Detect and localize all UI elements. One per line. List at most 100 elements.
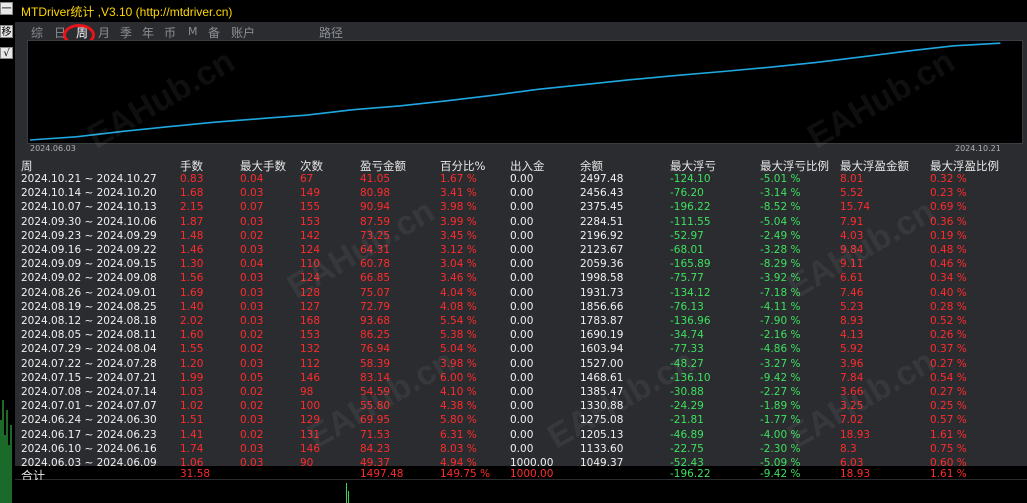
tab-overview[interactable]: 综: [31, 24, 43, 41]
cell-max-float-profit: 8.01: [840, 173, 864, 185]
total-max-float-profit-pct: 1.61 %: [930, 468, 967, 480]
cell-max-float-loss-pct: -9.42 %: [760, 371, 801, 384]
cell-max-float-profit-pct: 0.48 %: [930, 244, 967, 256]
cell-max-lots: 0.03: [240, 215, 264, 228]
balance-chart-svg: [29, 42, 1001, 141]
balance-point: [537, 88, 539, 90]
table-row: 2024.07.22 ~ 2024.07.28 1.20 0.03 112 58.39 3…: [21, 357, 1021, 371]
cell-max-float-loss: -196.22: [670, 201, 711, 214]
cell-max-float-loss: -134.12: [670, 286, 711, 299]
cell-pct: 5.80 %: [440, 414, 477, 427]
cell-lots: 1.56: [180, 272, 204, 285]
cell-max-float-loss-pct: -5.01 %: [760, 173, 801, 185]
cell-deposit: 0.00: [510, 414, 534, 427]
tab-month[interactable]: 月: [98, 24, 110, 41]
tab-quarter[interactable]: 季: [120, 24, 132, 41]
cell-max-float-profit: 7.91: [840, 215, 864, 228]
balance-point: [999, 42, 1001, 44]
cell-max-float-loss-pct: -2.49 %: [760, 229, 801, 242]
cell-pnl: 41.05: [360, 173, 391, 185]
cell-max-float-loss: -52.97: [670, 229, 704, 242]
table-row: 2024.07.29 ~ 2024.08.04 1.55 0.02 132 76.94 5…: [21, 342, 1021, 356]
cell-deposit: 0.00: [510, 272, 534, 285]
cell-week: 2024.08.12 ~ 2024.08.18: [21, 315, 157, 327]
check-button[interactable]: √: [0, 47, 13, 59]
table-row: 2024.10.07 ~ 2024.10.13 2.15 0.07 155 90.94 3…: [21, 200, 1021, 214]
cell-pnl: 83.14: [360, 371, 391, 384]
cell-pct: 5.38 %: [440, 329, 477, 342]
total-lots: 31.58: [180, 468, 211, 480]
table-header: 周 手数 最大手数 次数 盈亏金额 百分比% 出入金 余额 最大浮亏 最大浮亏比…: [21, 158, 1021, 173]
total-max-float-profit: 18.93: [840, 468, 871, 480]
cell-max-float-loss-pct: -3.28 %: [760, 244, 801, 256]
balance-chart: [27, 40, 1023, 144]
cell-week: 2024.07.15 ~ 2024.07.21: [21, 371, 157, 384]
tab-path[interactable]: 路径: [319, 24, 343, 41]
cell-pct: 4.08 %: [440, 300, 477, 313]
cell-lots: 1.03: [180, 386, 204, 398]
cell-balance: 2196.92: [580, 229, 624, 242]
cell-trades: 146: [300, 371, 321, 384]
cell-max-lots: 0.03: [240, 187, 264, 200]
cell-pnl: 55.80: [360, 400, 391, 413]
cell-pnl: 93.68: [360, 315, 391, 327]
cell-week: 2024.06.10 ~ 2024.06.16: [21, 442, 157, 455]
cell-lots: 1.51: [180, 414, 204, 427]
cell-pnl: 54.59: [360, 386, 391, 398]
cell-max-float-loss-pct: -7.90 %: [760, 315, 801, 327]
cell-pnl: 73.25: [360, 229, 391, 242]
tab-backup[interactable]: 备: [208, 24, 220, 41]
balance-point: [629, 79, 632, 81]
tab-currency[interactable]: 币: [164, 24, 176, 41]
cell-lots: 1.74: [180, 442, 204, 455]
cell-max-float-loss-pct: -3.14 %: [760, 187, 801, 200]
cell-pct: 3.99 %: [440, 215, 477, 228]
table-row: 2024.10.21 ~ 2024.10.27 0.83 0.04 67 41.05 1.…: [21, 172, 1021, 186]
cell-max-float-profit: 9.11: [840, 258, 864, 271]
table-row: 2024.09.30 ~ 2024.10.06 1.87 0.03 153 87.59 3…: [21, 215, 1021, 229]
cell-max-float-loss-pct: -3.92 %: [760, 272, 801, 285]
balance-point: [583, 84, 585, 86]
cell-max-float-profit: 6.61: [840, 272, 864, 285]
cell-trades: 155: [300, 201, 321, 214]
cell-max-lots: 0.03: [240, 300, 264, 313]
cell-week: 2024.10.21 ~ 2024.10.27: [21, 173, 157, 185]
cell-lots: 1.02: [180, 400, 204, 413]
cell-max-float-loss: -124.10: [670, 173, 711, 185]
table-row: 2024.08.12 ~ 2024.08.18 2.02 0.03 168 93.68 5…: [21, 314, 1021, 328]
cell-pct: 3.41 %: [440, 187, 477, 200]
cell-max-lots: 0.02: [240, 343, 264, 356]
cell-week: 2024.07.29 ~ 2024.08.04: [21, 343, 157, 356]
cell-trades: 128: [300, 286, 321, 299]
cell-lots: 1.69: [180, 286, 204, 299]
cell-week: 2024.07.22 ~ 2024.07.28: [21, 357, 157, 370]
balance-point: [491, 94, 493, 96]
cell-pct: 1.67 %: [440, 173, 477, 185]
cell-trades: 153: [300, 215, 321, 228]
window-title: MTDriver统计 ,V3.10 (http://mtdriver.cn): [21, 5, 233, 19]
cell-deposit: 0.00: [510, 173, 534, 185]
cell-max-float-loss: -136.96: [670, 315, 711, 327]
cell-max-float-loss: -136.10: [670, 371, 711, 384]
tab-year[interactable]: 年: [142, 24, 154, 41]
cell-balance: 2456.43: [580, 187, 624, 200]
move-button[interactable]: 移: [0, 25, 13, 38]
cell-trades: 129: [300, 414, 321, 427]
total-max-float-loss-pct: -9.42 %: [760, 468, 801, 480]
balance-point: [398, 105, 401, 107]
cell-balance: 1133.60: [580, 442, 624, 455]
cell-max-lots: 0.03: [240, 357, 264, 370]
tab-m[interactable]: M: [188, 25, 198, 38]
cell-trades: 153: [300, 329, 321, 342]
cell-max-float-profit-pct: 0.52 %: [930, 315, 967, 327]
minimize-button[interactable]: 一: [0, 2, 13, 15]
tab-account[interactable]: 账户: [231, 24, 255, 41]
cell-week: 2024.07.01 ~ 2024.07.07: [21, 400, 157, 413]
table-row: 2024.09.09 ~ 2024.09.15 1.30 0.04 110 60.78 3…: [21, 257, 1021, 271]
balance-point: [814, 62, 816, 64]
cell-max-lots: 0.07: [240, 201, 264, 214]
cell-max-float-profit-pct: 0.27 %: [930, 357, 967, 370]
cell-trades: 110: [300, 258, 321, 271]
cell-pct: 3.45 %: [440, 229, 477, 242]
cell-pnl: 84.23: [360, 442, 391, 455]
